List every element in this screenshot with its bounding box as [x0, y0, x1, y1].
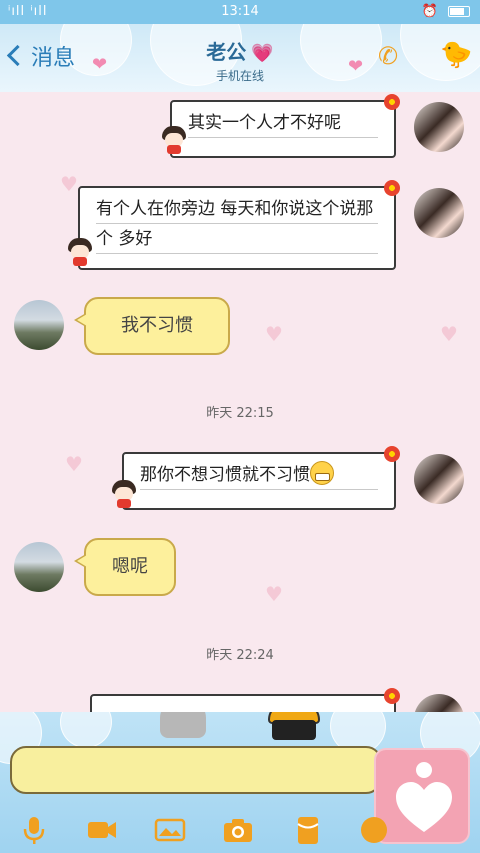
- heart-decoration-icon: ♥: [65, 452, 83, 476]
- battery-icon: [448, 6, 470, 17]
- phone-icon: ✆: [378, 42, 399, 70]
- sticker-girl-icon: [112, 480, 136, 508]
- heart-icon: 💗: [251, 43, 274, 64]
- input-toolbar: [0, 808, 480, 853]
- heart-decoration-icon: ♥: [440, 322, 458, 346]
- outgoing-message-bubble[interactable]: 有个人在你旁边 每天和你说这个说那个 多好: [78, 186, 396, 270]
- phone-call-button[interactable]: ✆: [378, 42, 398, 70]
- video-icon: [88, 822, 116, 838]
- contact-status: 手机在线: [215, 69, 264, 83]
- input-area: [0, 712, 480, 853]
- back-label: 消息: [31, 46, 76, 71]
- message-text: 其实一个人才不好呢: [188, 108, 378, 138]
- status-icons: ⏰: [422, 4, 470, 19]
- outgoing-message-bubble[interactable]: 那你不想习惯就不习惯: [122, 452, 396, 510]
- red-packet-icon: [297, 817, 319, 844]
- sticker-girl-icon: [162, 126, 186, 154]
- microphone-icon: [23, 817, 45, 844]
- duck-icon: 🐤: [440, 40, 473, 70]
- message-timestamp: 昨天 22:24: [206, 648, 274, 663]
- message-input[interactable]: [10, 746, 382, 794]
- message-text: 我不习惯: [121, 315, 193, 336]
- cartoon-character-decoration: [268, 712, 320, 746]
- chevron-left-icon: [6, 44, 29, 67]
- chat-header: ❤ ❤ 消息 老公 💗 手机在线 ✆ 🐤: [0, 24, 480, 92]
- camera-icon: [224, 819, 252, 842]
- incoming-message-bubble[interactable]: 嗯呢: [74, 538, 176, 596]
- clock: 13:14: [221, 4, 259, 19]
- sticker-girl-icon: [68, 238, 92, 266]
- heart-decoration-icon: ♥: [265, 582, 283, 606]
- heart-decoration-icon: ♥: [60, 172, 78, 196]
- image-button[interactable]: [154, 814, 186, 846]
- camera-button[interactable]: [222, 814, 254, 846]
- outgoing-message-bubble[interactable]: 其实一个人才不好呢: [170, 100, 396, 158]
- outgoing-message-bubble[interactable]: [90, 694, 396, 712]
- message-text: 有个人在你旁边 每天和你说这个说那个 多好: [96, 194, 378, 254]
- contact-avatar[interactable]: [14, 542, 64, 592]
- emoji-icon: [361, 817, 387, 843]
- my-avatar[interactable]: [414, 188, 464, 238]
- back-button[interactable]: 消息: [6, 40, 76, 72]
- contact-title[interactable]: 老公 💗 手机在线: [140, 36, 340, 84]
- emoji-button[interactable]: [358, 814, 390, 846]
- message-timestamp: 昨天 22:15: [206, 406, 274, 421]
- flower-icon: [384, 446, 400, 462]
- chat-area[interactable]: ♥ ♥ ♥ ♥ ♥ 其实一个人才不好呢 有个人在你旁边 每天和你说这个说那个 多…: [0, 92, 480, 712]
- flower-icon: [384, 180, 400, 196]
- love-button-dot: [416, 762, 432, 778]
- image-icon: [154, 818, 186, 842]
- incoming-message-bubble[interactable]: 我不习惯: [74, 297, 230, 355]
- profile-button[interactable]: 🐤: [440, 40, 472, 70]
- alarm-icon: ⏰: [421, 4, 438, 19]
- microphone-button[interactable]: [18, 814, 50, 846]
- my-avatar[interactable]: [414, 694, 464, 712]
- contact-name: 老公: [206, 40, 247, 64]
- message-text: 那你不想习惯就不习惯: [140, 465, 310, 485]
- message-text: 嗯呢: [112, 556, 148, 577]
- cartoon-character-decoration: [160, 712, 206, 738]
- heart-decoration-icon: ❤: [348, 56, 364, 77]
- my-avatar[interactable]: [414, 454, 464, 504]
- red-packet-button[interactable]: [292, 814, 324, 846]
- bubble-decoration: [60, 712, 112, 748]
- heart-decoration-icon: ❤: [92, 54, 108, 75]
- flower-icon: [384, 688, 400, 704]
- video-call-button[interactable]: [86, 814, 118, 846]
- flower-icon: [384, 94, 400, 110]
- contact-avatar[interactable]: [14, 300, 64, 350]
- grin-emoji-icon: [310, 461, 334, 485]
- status-bar: ⁱıll ⁱıll 13:14 ⏰: [0, 0, 480, 24]
- heart-decoration-icon: ♥: [265, 322, 283, 346]
- my-avatar[interactable]: [414, 102, 464, 152]
